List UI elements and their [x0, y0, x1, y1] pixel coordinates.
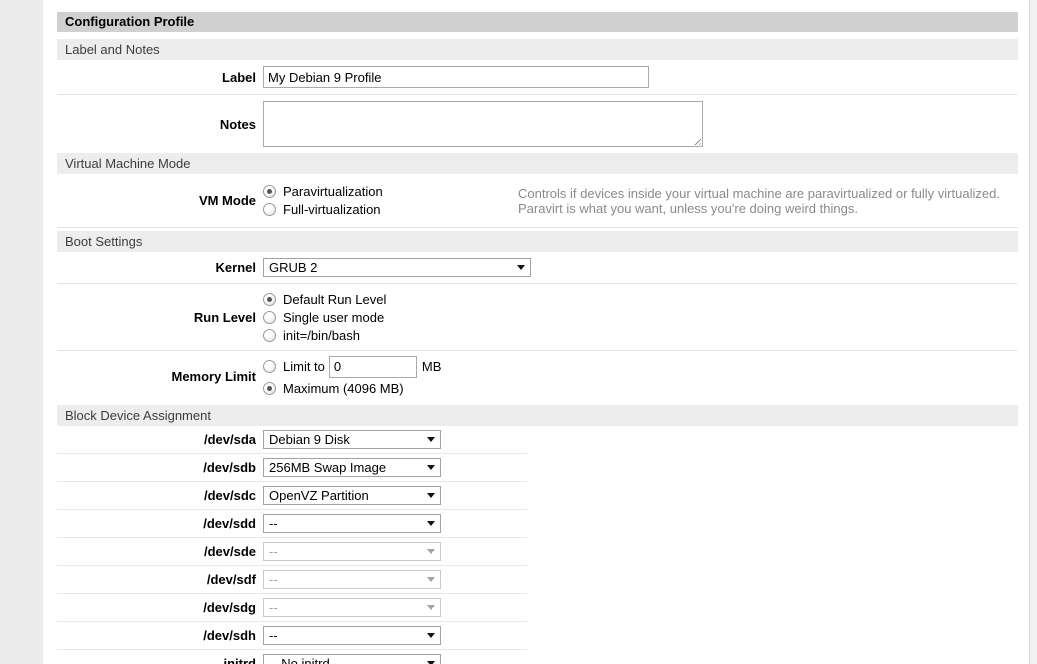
form-content: Configuration Profile Label and Notes La…: [57, 12, 1018, 664]
vertical-scrollbar[interactable]: [1029, 0, 1037, 664]
device-label: /dev/sdg: [57, 600, 263, 615]
notes-textarea[interactable]: [263, 101, 703, 147]
dropdown-arrow-icon: [427, 577, 435, 582]
run-level-radio-group: Default Run Level Single user mode init=…: [263, 290, 386, 344]
memory-limit-unit: MB: [422, 359, 442, 374]
radio-unselected-icon[interactable]: [263, 203, 276, 216]
memory-limit-radio-group: Limit to MB Maximum (4096 MB): [263, 355, 441, 399]
block-device-row-sde: /dev/sde --: [57, 538, 527, 566]
dropdown-arrow-icon: [427, 549, 435, 554]
block-device-row-sdf: /dev/sdf --: [57, 566, 527, 594]
section-header-label-and-notes: Label and Notes: [57, 39, 1018, 60]
dropdown-arrow-icon: [427, 521, 435, 526]
radio-selected-icon[interactable]: [263, 293, 276, 306]
dropdown-arrow-icon: [427, 465, 435, 470]
radio-unselected-icon[interactable]: [263, 311, 276, 324]
dropdown-arrow-icon: [517, 265, 525, 270]
sdg-disk-select: --: [263, 598, 441, 617]
kernel-select[interactable]: GRUB 2: [263, 258, 531, 277]
label-field-label: Label: [57, 70, 263, 85]
device-label: initrd: [57, 656, 263, 664]
device-label: /dev/sdb: [57, 460, 263, 475]
vm-mode-option-paravirtualization[interactable]: Paravirtualization: [263, 183, 518, 201]
run-level-field-label: Run Level: [57, 310, 263, 325]
device-label: /dev/sdc: [57, 488, 263, 503]
block-device-row-sdb: /dev/sdb 256MB Swap Image: [57, 454, 527, 482]
page-title: Configuration Profile: [57, 12, 1018, 32]
device-label: /dev/sdf: [57, 572, 263, 587]
run-level-row: Run Level Default Run Level Single user …: [57, 284, 1018, 351]
label-row: Label: [57, 60, 1018, 95]
kernel-field-label: Kernel: [57, 260, 263, 275]
sdf-disk-select: --: [263, 570, 441, 589]
profile-label-input[interactable]: [263, 66, 649, 88]
block-device-row-sdg: /dev/sdg --: [57, 594, 527, 622]
dropdown-arrow-icon: [427, 437, 435, 442]
section-header-virtual-machine-mode: Virtual Machine Mode: [57, 153, 1018, 174]
memory-limit-row: Memory Limit Limit to MB Maxi: [57, 351, 1018, 402]
vm-mode-option-full-virtualization[interactable]: Full-virtualization: [263, 201, 518, 219]
radio-selected-icon[interactable]: [263, 185, 276, 198]
radio-unselected-icon[interactable]: [263, 360, 276, 373]
block-device-row-sdh: /dev/sdh --: [57, 622, 527, 650]
sde-disk-select: --: [263, 542, 441, 561]
sdc-disk-select[interactable]: OpenVZ Partition: [263, 486, 441, 505]
memory-limit-option-limit-to[interactable]: Limit to: [263, 358, 329, 376]
run-level-option-single-user[interactable]: Single user mode: [263, 308, 386, 326]
notes-row: Notes: [57, 95, 1018, 153]
sdd-disk-select[interactable]: --: [263, 514, 441, 533]
radio-unselected-icon[interactable]: [263, 329, 276, 342]
page-left-margin: [0, 0, 43, 664]
sdb-disk-select[interactable]: 256MB Swap Image: [263, 458, 441, 477]
configuration-profile-page: Configuration Profile Label and Notes La…: [0, 0, 1037, 664]
vm-mode-radio-group: Paravirtualization Full-virtualization: [263, 183, 518, 219]
dropdown-arrow-icon: [427, 605, 435, 610]
dropdown-arrow-icon: [427, 633, 435, 638]
device-label: /dev/sde: [57, 544, 263, 559]
block-device-row-sdc: /dev/sdc OpenVZ Partition: [57, 482, 527, 510]
block-device-table: /dev/sda Debian 9 Disk /dev/sdb 256MB Sw…: [57, 426, 527, 664]
notes-field-label: Notes: [57, 117, 263, 132]
memory-limit-option-maximum[interactable]: Maximum (4096 MB): [263, 380, 404, 398]
run-level-option-default[interactable]: Default Run Level: [263, 290, 386, 308]
block-device-row-sdd: /dev/sdd --: [57, 510, 527, 538]
vm-mode-row: VM Mode Paravirtualization Full-virtuali…: [57, 174, 1018, 228]
radio-selected-icon[interactable]: [263, 382, 276, 395]
block-device-row-sda: /dev/sda Debian 9 Disk: [57, 426, 527, 454]
vm-mode-help-text: Controls if devices inside your virtual …: [518, 186, 1000, 216]
device-label: /dev/sda: [57, 432, 263, 447]
device-label: /dev/sdh: [57, 628, 263, 643]
device-label: /dev/sdd: [57, 516, 263, 531]
section-header-boot-settings: Boot Settings: [57, 231, 1018, 252]
sdh-disk-select[interactable]: --: [263, 626, 441, 645]
dropdown-arrow-icon: [427, 493, 435, 498]
run-level-option-init-bin-bash[interactable]: init=/bin/bash: [263, 326, 386, 344]
memory-limit-value-input[interactable]: [329, 356, 417, 378]
memory-limit-field-label: Memory Limit: [57, 369, 263, 384]
block-device-row-initrd: initrd -- No initrd --: [57, 650, 527, 664]
section-header-block-device-assignment: Block Device Assignment: [57, 405, 1018, 426]
vm-mode-field-label: VM Mode: [57, 193, 263, 208]
sda-disk-select[interactable]: Debian 9 Disk: [263, 430, 441, 449]
kernel-row: Kernel GRUB 2: [57, 252, 1018, 284]
initrd-select[interactable]: -- No initrd --: [263, 654, 441, 664]
